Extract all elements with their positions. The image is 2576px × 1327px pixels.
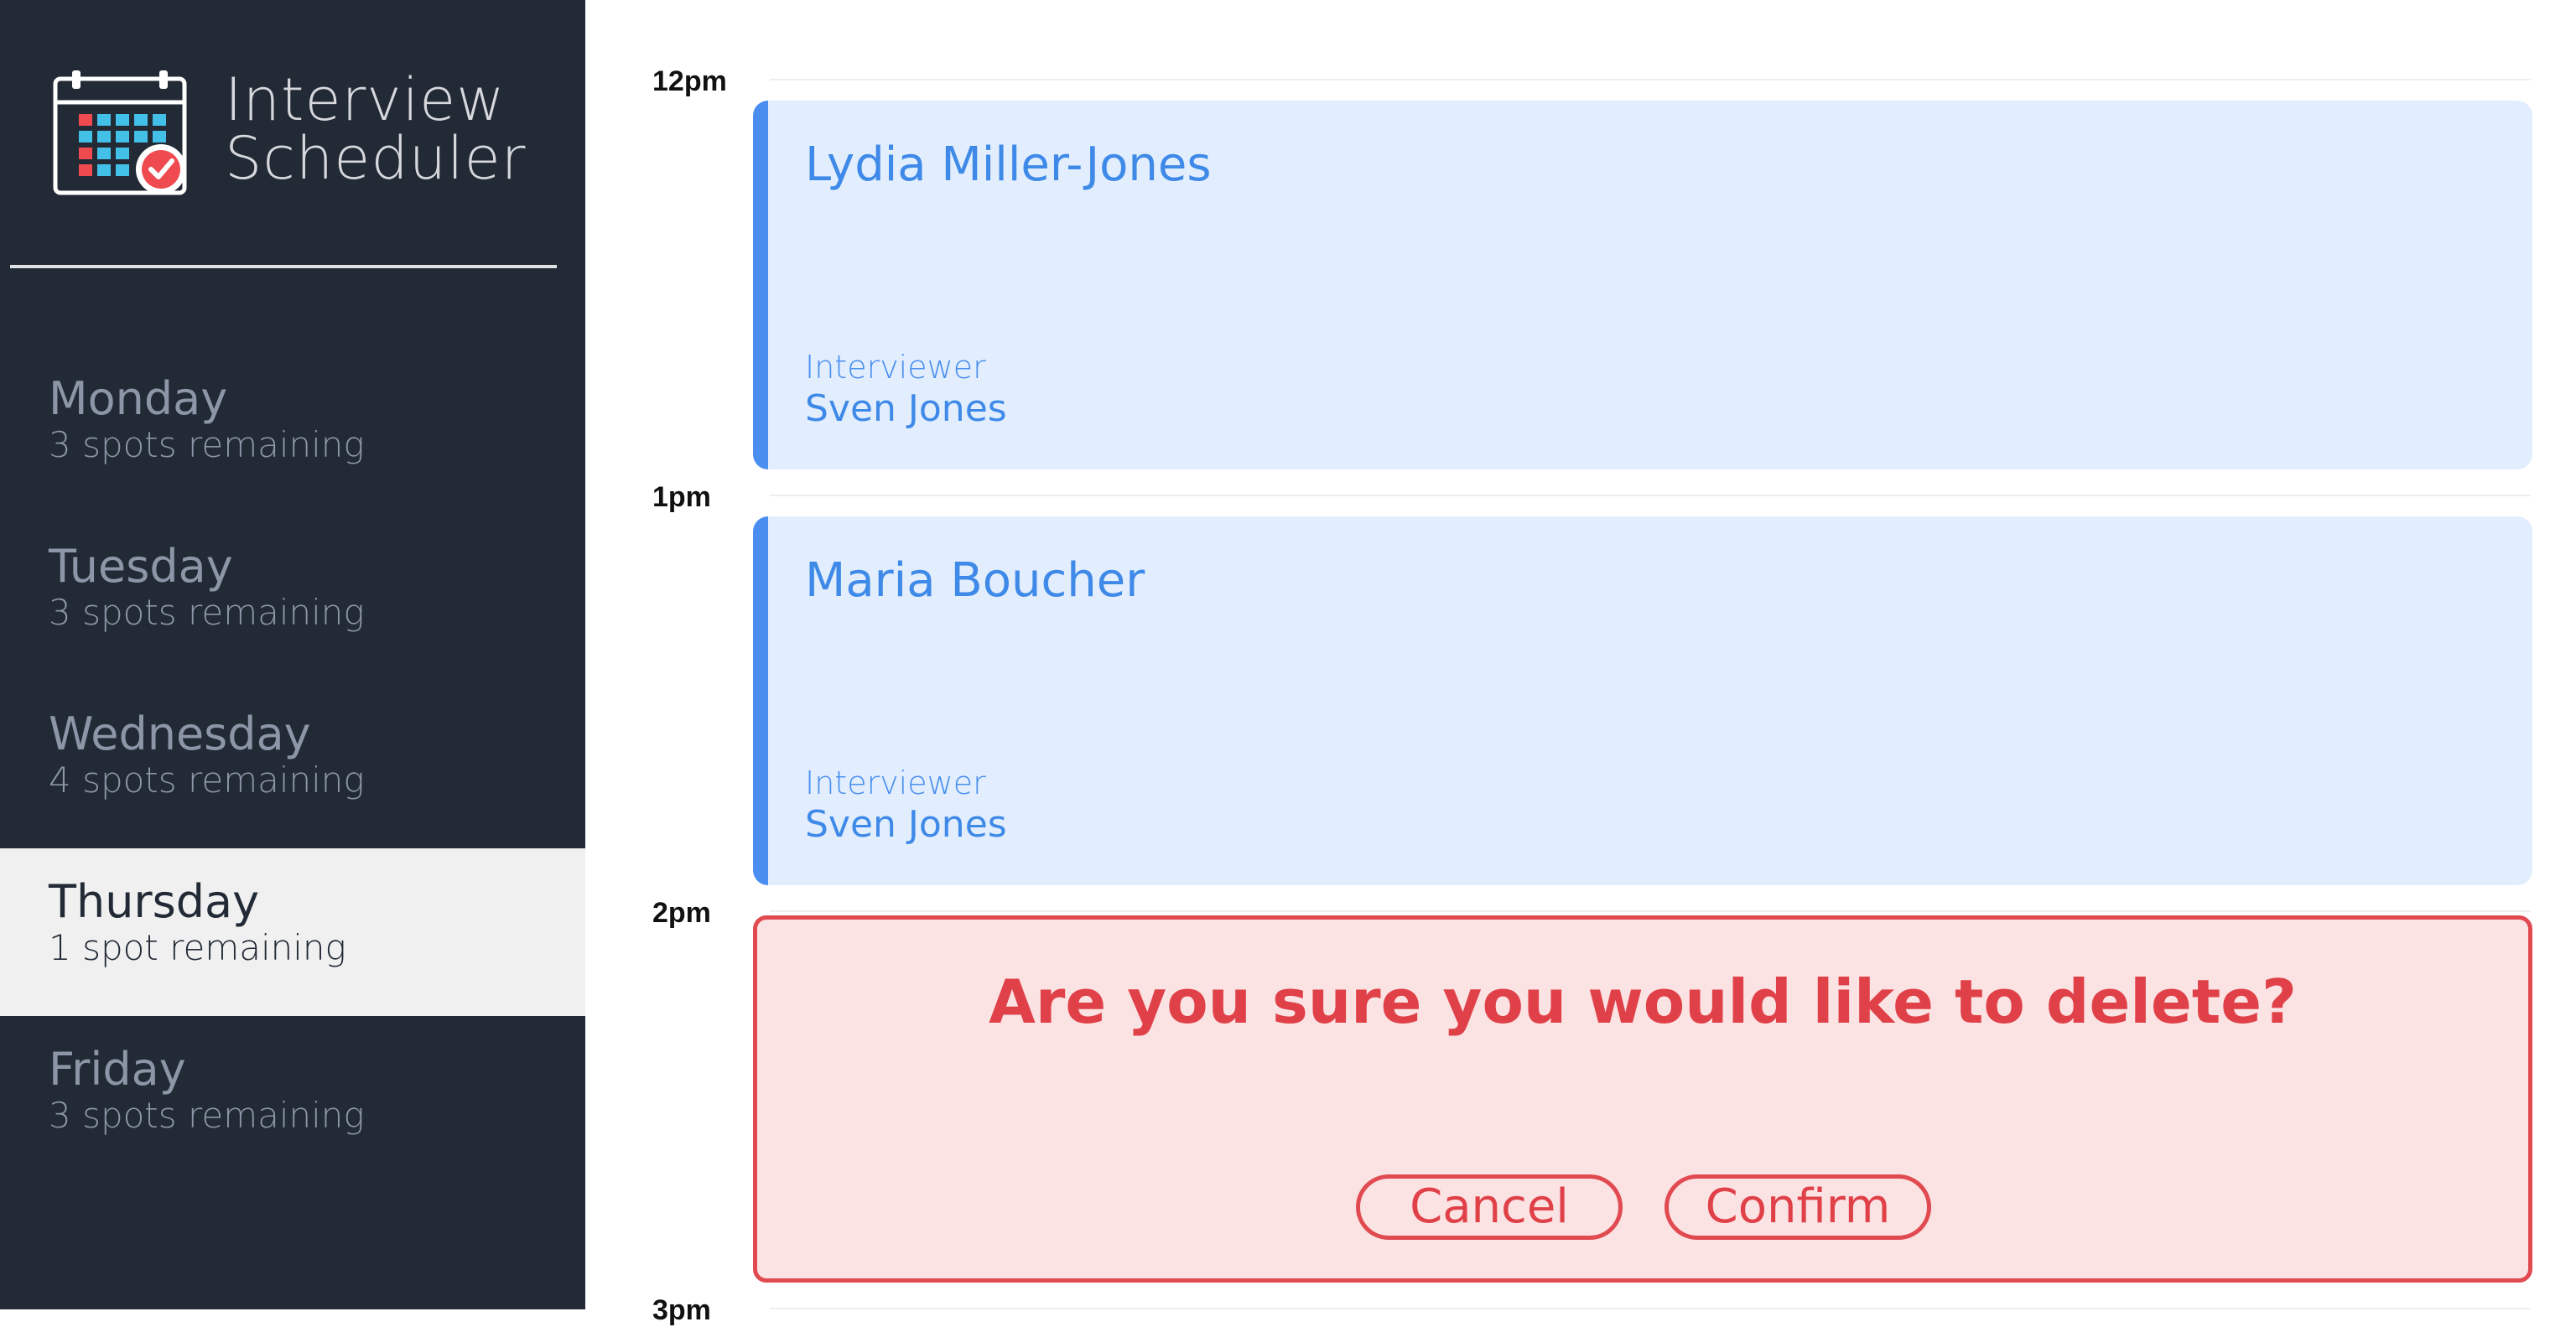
- day-list: Monday 3 spots remaining Tuesday 3 spots…: [0, 345, 585, 1184]
- time-label-2pm: 2pm: [652, 897, 711, 929]
- day-list-item-monday[interactable]: Monday 3 spots remaining: [0, 345, 585, 513]
- day-name: Wednesday: [49, 708, 311, 760]
- day-spots-remaining: 3 spots remaining: [49, 592, 365, 633]
- interviewer-name: Sven Jones: [805, 387, 1007, 430]
- appointment-accent: [753, 516, 768, 885]
- hour-divider: [770, 79, 2531, 80]
- calendar-check-icon: [53, 70, 187, 195]
- cancel-button[interactable]: Cancel: [1356, 1174, 1623, 1240]
- day-name: Monday: [49, 372, 228, 425]
- appointment-accent: [753, 101, 768, 469]
- day-list-item-friday[interactable]: Friday 3 spots remaining: [0, 1016, 585, 1184]
- day-spots-remaining: 4 spots remaining: [49, 759, 365, 801]
- day-list-item-wednesday[interactable]: Wednesday 4 spots remaining: [0, 681, 585, 848]
- app-title: Interview Scheduler: [225, 65, 527, 193]
- day-spots-remaining: 1 spot remaining: [49, 927, 346, 968]
- day-name: Thursday: [49, 875, 260, 928]
- time-label-3pm: 3pm: [652, 1294, 711, 1326]
- confirm-message: Are you sure you would like to delete?: [989, 967, 2297, 1037]
- time-label-1pm: 1pm: [652, 481, 711, 513]
- confirm-button[interactable]: Confirm: [1665, 1174, 1931, 1240]
- day-list-item-tuesday[interactable]: Tuesday 3 spots remaining: [0, 513, 585, 681]
- day-spots-remaining: 3 spots remaining: [49, 1095, 365, 1136]
- appointment-card[interactable]: Maria Boucher Interviewer Sven Jones: [753, 516, 2532, 885]
- interviewer-label: Interviewer: [805, 349, 986, 386]
- time-label-12pm: 12pm: [652, 65, 727, 97]
- sidebar-divider: [10, 265, 557, 268]
- brand: Interview Scheduler: [50, 67, 537, 210]
- interviewer-label: Interviewer: [805, 765, 986, 801]
- interviewer-name: Sven Jones: [805, 803, 1007, 846]
- day-name: Tuesday: [49, 540, 233, 593]
- day-name: Friday: [49, 1043, 186, 1096]
- delete-confirmation: Are you sure you would like to delete? C…: [753, 915, 2532, 1283]
- hour-divider: [770, 495, 2531, 496]
- student-name: Maria Boucher: [805, 553, 1145, 608]
- schedule: 12pm Lydia Miller-Jones Interviewer Sven…: [585, 0, 2576, 1326]
- appointment-card[interactable]: Lydia Miller-Jones Interviewer Sven Jone…: [753, 101, 2532, 469]
- sidebar: Interview Scheduler Monday 3 spots remai…: [0, 0, 585, 1309]
- day-spots-remaining: 3 spots remaining: [49, 424, 365, 465]
- hour-divider: [770, 910, 2531, 912]
- day-list-item-thursday[interactable]: Thursday 1 spot remaining: [0, 848, 585, 1016]
- student-name: Lydia Miller-Jones: [805, 137, 1212, 192]
